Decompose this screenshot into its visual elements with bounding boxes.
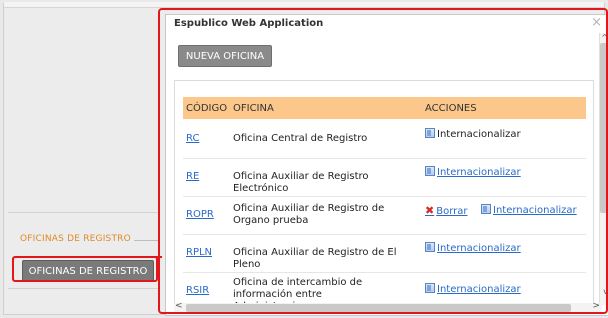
internationalize-label: Internacionalizar [493,205,577,216]
table-row: RPLN Oficina Auxiliar de Registro de El … [183,235,586,273]
offices-dialog: Espublico Web Application × NUEVA OFICIN… [165,14,608,316]
table-row: RE Oficina Auxiliar de Registro Electrón… [183,159,586,197]
table-row: RC Oficina Central de Registro Internaci… [183,121,586,159]
internationalize-link[interactable]: Internacionalizar [425,283,521,295]
office-code-link[interactable]: RPLN [186,247,212,258]
internationalize-icon [425,242,435,252]
office-code-link[interactable]: RC [186,133,199,144]
column-header-office: OFICINA [233,103,274,114]
horizontal-scrollbar-thumb[interactable] [186,304,571,312]
table-row: RSIR Oficina de intercambio de informaci… [183,273,586,304]
delete-label: Borrar [436,206,468,217]
internationalize-action[interactable]: Internacionalizar [425,128,521,140]
scroll-left-icon[interactable]: < [175,301,183,311]
horizontal-scrollbar[interactable]: < > [174,301,602,313]
internationalize-icon [425,166,435,176]
delete-icon: ✖ [425,204,435,217]
internationalize-icon [425,128,435,138]
scroll-right-icon[interactable]: > [592,301,600,311]
internationalize-label: Internacionalizar [437,243,521,254]
registry-offices-button[interactable]: OFICINAS DE REGISTRO [22,260,154,282]
scroll-up-icon[interactable]: ^ [601,33,608,42]
office-name: Oficina Auxiliar de Registro de Organo p… [233,203,385,226]
internationalize-link[interactable]: Internacionalizar [481,204,577,216]
sidebar-divider-top [8,212,158,213]
column-header-actions: ACCIONES [425,103,477,114]
office-name: Oficina Central de Registro [233,133,368,144]
delete-link[interactable]: ✖ Borrar [425,204,467,217]
internationalize-label: Internacionalizar [437,129,521,140]
office-name: Oficina Auxiliar de Registro de El Pleno [233,247,397,270]
internationalize-link[interactable]: Internacionalizar [425,166,521,178]
sidebar-panel: OFICINAS DE REGISTRO OFICINAS DE REGISTR… [8,210,158,298]
sidebar-section-heading: OFICINAS DE REGISTRO [20,234,131,244]
sidebar-heading-rule [134,240,158,241]
column-header-code: CÓDIGO [186,103,228,114]
top-strip [4,2,604,8]
internationalize-icon [481,204,491,214]
office-code-link[interactable]: RSIR [186,285,209,296]
internationalize-label: Internacionalizar [437,284,521,295]
dialog-title: Espublico Web Application [174,18,324,29]
highlight-connector [154,256,162,258]
scroll-down-icon[interactable]: v [603,287,608,296]
close-icon[interactable]: × [591,16,602,30]
internationalize-link[interactable]: Internacionalizar [425,242,521,254]
office-name: Oficina Auxiliar de Registro Electrónico [233,171,369,194]
table-header: CÓDIGO OFICINA ACCIONES [183,97,586,119]
office-code-link[interactable]: RE [186,171,199,182]
new-office-button[interactable]: NUEVA OFICINA [178,45,272,67]
offices-table: CÓDIGO OFICINA ACCIONES RC Oficina Centr… [174,80,594,305]
internationalize-label: Internacionalizar [437,167,521,178]
vertical-scrollbar-thumb[interactable] [600,43,608,213]
sidebar-divider-bottom [8,288,158,289]
office-code-link[interactable]: ROPR [186,209,214,220]
office-name: Oficina de intercambio de información en… [233,277,363,304]
table-row: ROPR Oficina Auxiliar de Registro de Org… [183,197,586,235]
internationalize-icon [425,283,435,293]
